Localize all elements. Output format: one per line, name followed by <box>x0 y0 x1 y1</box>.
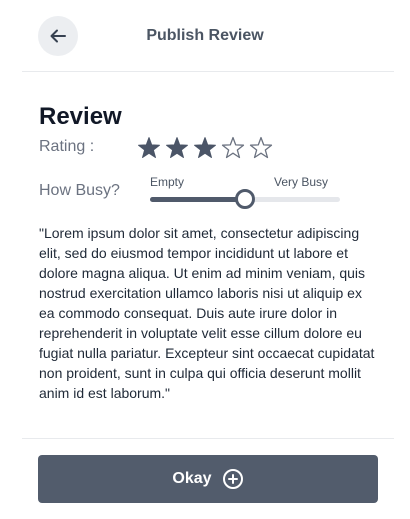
header-divider <box>22 71 394 72</box>
busy-slider[interactable] <box>150 189 340 209</box>
busy-min-label: Empty <box>150 175 185 189</box>
busy-max-label: Very Busy <box>274 175 329 189</box>
rating-label: Rating : <box>39 138 95 155</box>
footer-divider <box>22 438 394 439</box>
star-empty-icon[interactable] <box>221 136 245 160</box>
page-title: Publish Review <box>146 27 264 44</box>
star-rating[interactable] <box>137 136 273 160</box>
star-filled-icon[interactable] <box>137 136 161 160</box>
okay-button[interactable]: Okay <box>38 455 378 503</box>
review-heading: Review <box>39 103 122 130</box>
okay-button-label: Okay <box>172 470 212 487</box>
star-filled-icon[interactable] <box>193 136 217 160</box>
star-filled-icon[interactable] <box>165 136 189 160</box>
slider-fill <box>150 197 245 202</box>
star-empty-icon[interactable] <box>249 136 273 160</box>
busy-label: How Busy? <box>39 182 120 199</box>
header-bar: Publish Review <box>0 0 410 72</box>
slider-thumb[interactable] <box>235 189 255 209</box>
plus-circle-icon <box>222 469 243 489</box>
review-text: "Lorem ipsum dolor sit amet, consectetur… <box>39 225 375 401</box>
